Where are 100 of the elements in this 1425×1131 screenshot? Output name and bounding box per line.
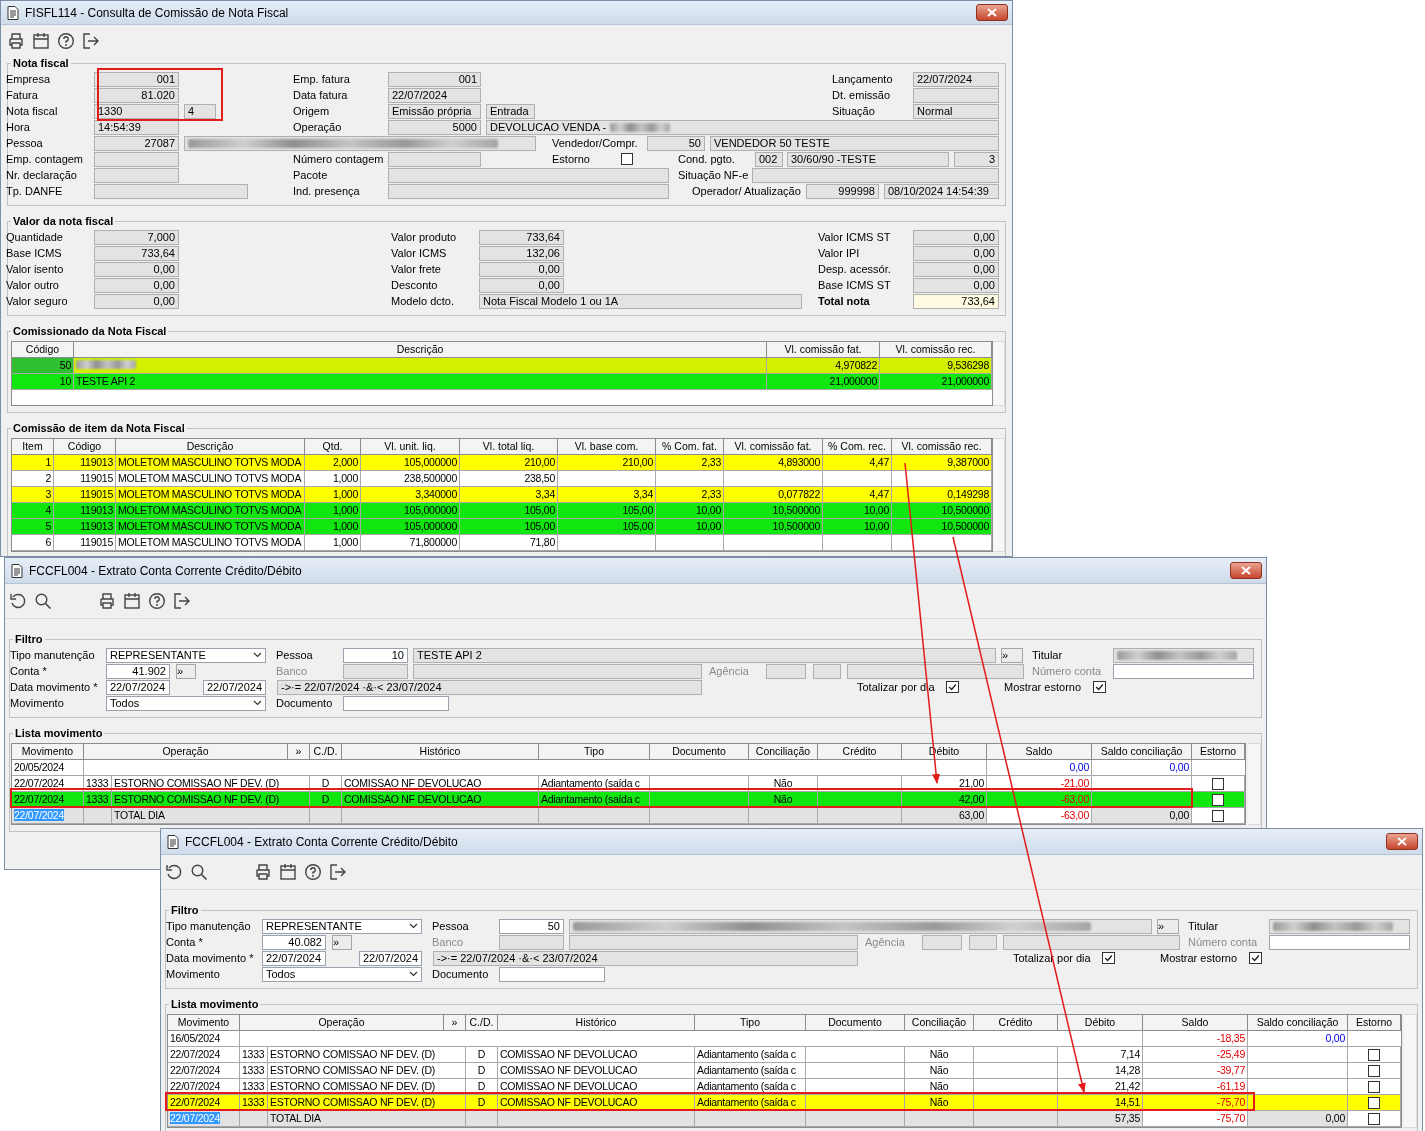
table-row[interactable]: 1 119013 MOLETOM MASCULINO TOTVS MODA 2,000 105,000000 210,00 210,00 2,33 4,893000 4,47 9,387000 [12,455,992,471]
close-button[interactable] [1386,833,1418,850]
table-row[interactable]: 6 119015 MOLETOM MASCULINO TOTVS MODA 1,000 71,800000 71,80 [12,535,992,551]
dropdown[interactable]: Todos [106,695,266,711]
table-row[interactable]: 50 4,970822 9,536298 [12,358,992,374]
dropdown[interactable]: REPRESENTANTE [106,647,266,663]
exit-icon[interactable] [82,31,100,50]
help-icon[interactable] [57,31,75,50]
column-header[interactable]: Movimento [12,744,84,759]
text-field[interactable]: VENDEDOR 50 TESTE [710,135,999,151]
text-field[interactable] [413,663,702,679]
column-header[interactable]: Documento [806,1015,905,1030]
column-header[interactable]: Vl. total liq. [460,439,558,454]
table-row[interactable]: 22/07/2024 TOTAL DIA 57,35 -75,70 0,00 [168,1111,1401,1127]
text-field[interactable]: 0,00 [479,277,564,293]
text-field[interactable]: 733,64 [94,245,179,261]
column-header[interactable]: Tipo [695,1015,806,1030]
lookup-button[interactable]: » [1157,918,1179,934]
column-header[interactable]: Histórico [342,744,539,759]
search-icon[interactable] [34,592,52,610]
text-field[interactable] [752,167,999,183]
column-header[interactable]: Código [12,342,74,357]
text-field[interactable]: 22/07/2024 [262,950,326,966]
column-header[interactable]: Código [54,439,116,454]
lookup-button[interactable]: » [332,934,352,950]
text-field[interactable] [499,934,564,950]
text-field[interactable]: 50 [647,135,705,151]
dropdown[interactable]: REPRESENTANTE [262,918,422,934]
close-button[interactable] [976,4,1008,21]
column-header[interactable]: Item [12,439,54,454]
text-field[interactable]: 7,000 [94,229,179,245]
text-field[interactable] [913,87,999,103]
text-field[interactable] [94,151,179,167]
search-icon[interactable] [190,863,208,881]
column-header[interactable]: % Com. fat. [656,439,724,454]
text-field[interactable]: 27087 [94,135,179,151]
text-field[interactable]: 22/07/2024 [913,71,999,87]
column-header[interactable]: C./D. [466,1015,498,1030]
text-field[interactable]: 0,00 [479,261,564,277]
checkbox[interactable] [1368,1064,1380,1077]
column-header[interactable]: Crédito [974,1015,1058,1030]
text-field[interactable]: 3 [954,151,999,167]
text-field[interactable]: 50 [499,918,564,934]
column-header[interactable]: Saldo conciliação [1092,744,1192,759]
text-field[interactable]: 08/10/2024 14:54:39 [884,183,999,199]
column-header[interactable]: Vl. comissão rec. [880,342,992,357]
exit-icon[interactable] [173,592,191,610]
column-header[interactable]: » [444,1015,466,1030]
column-header[interactable]: Tipo [539,744,650,759]
text-field[interactable]: 0,00 [94,293,179,309]
column-header[interactable]: Histórico [498,1015,695,1030]
lookup-button[interactable]: » [176,663,196,679]
text-field[interactable]: 1330 [94,103,179,119]
checkbox[interactable] [1249,952,1262,964]
table-row[interactable]: 3 119015 MOLETOM MASCULINO TOTVS MODA 1,000 3,340000 3,34 3,34 2,33 0,077822 4,47 0,149298 [12,487,992,503]
column-header[interactable]: Documento [650,744,749,759]
checkbox[interactable] [1212,777,1224,790]
text-field[interactable]: ->·= 22/07/2024 ·&·< 23/07/2024 [277,679,702,695]
text-field[interactable] [388,183,669,199]
text-field[interactable] [343,695,449,711]
calendar-icon[interactable] [32,31,50,50]
checkbox[interactable] [1212,809,1224,822]
column-header[interactable]: Saldo [1143,1015,1248,1030]
column-header[interactable]: Operação [240,1015,444,1030]
text-field[interactable] [922,934,962,950]
text-field[interactable] [388,151,481,167]
text-field[interactable] [1113,647,1254,663]
checkbox[interactable] [1368,1096,1380,1109]
column-header[interactable]: Conciliação [749,744,818,759]
checkbox[interactable] [621,153,633,165]
text-field[interactable]: 733,64 [479,229,564,245]
text-field[interactable]: Nota Fiscal Modelo 1 ou 1A [479,293,802,309]
text-field[interactable] [766,663,806,679]
column-header[interactable]: Descrição [74,342,767,357]
text-field[interactable]: Emissão própria [388,103,481,119]
text-field[interactable]: 001 [94,71,179,87]
text-field[interactable]: 0,00 [94,261,179,277]
checkbox[interactable] [1368,1112,1380,1125]
text-field[interactable] [1113,663,1254,679]
column-header[interactable]: Saldo conciliação [1248,1015,1348,1030]
undo-icon[interactable] [165,863,183,881]
text-field[interactable]: 22/07/2024 [106,679,170,695]
text-field[interactable]: 0,00 [913,277,999,293]
text-field[interactable]: 40.082 [262,934,326,950]
help-icon[interactable] [304,863,322,881]
text-field[interactable] [1269,918,1410,934]
text-field[interactable]: 81.020 [94,87,179,103]
column-header[interactable]: Saldo [987,744,1092,759]
column-header[interactable]: Débito [1058,1015,1143,1030]
text-field[interactable] [569,918,1152,934]
text-field[interactable]: 22/07/2024 [203,679,266,695]
column-header[interactable]: Movimento [168,1015,240,1030]
checkbox[interactable] [1368,1080,1380,1093]
column-header[interactable]: Conciliação [905,1015,974,1030]
text-field[interactable]: 10 [343,647,408,663]
text-field[interactable]: TESTE API 2 [413,647,996,663]
text-field[interactable] [94,167,179,183]
scrollbar[interactable] [1248,743,1261,825]
column-header[interactable]: Estorno [1348,1015,1401,1030]
dropdown[interactable]: Todos [262,966,422,982]
